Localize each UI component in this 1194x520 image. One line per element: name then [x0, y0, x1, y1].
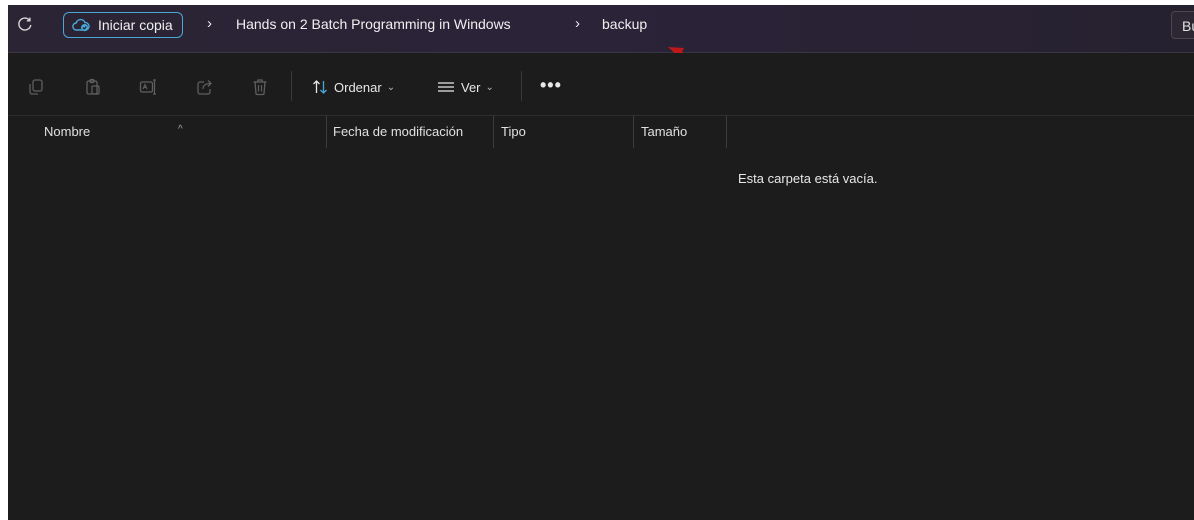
refresh-icon[interactable] [16, 15, 34, 33]
column-header-modified[interactable]: Fecha de modificación [327, 116, 493, 148]
copy-icon[interactable] [27, 78, 45, 96]
chevron-down-icon: ⌄ [386, 81, 396, 93]
rename-icon[interactable] [139, 78, 157, 96]
backup-start-button[interactable]: Iniciar copia [63, 12, 183, 38]
toolbar-divider [521, 71, 522, 101]
breadcrumb-item-parent[interactable]: Hands on 2 Batch Programming in Windows [236, 16, 511, 32]
breadcrumb-item-current[interactable]: backup [602, 16, 647, 32]
command-bar: Ordenar ⌄ Ver ⌄ ••• [8, 53, 1194, 116]
sort-icon [313, 80, 327, 94]
sort-ascending-icon: ^ [178, 124, 183, 135]
share-icon[interactable] [196, 78, 214, 96]
more-options-icon[interactable]: ••• [540, 76, 562, 94]
delete-icon[interactable] [251, 78, 269, 96]
column-header-size[interactable]: Tamaño [634, 116, 726, 148]
column-header-name-label: Nombre [44, 124, 91, 139]
column-header-type[interactable]: Tipo [494, 116, 633, 148]
column-header-modified-label: Fecha de modificación [333, 124, 464, 139]
view-label: Ver [461, 79, 481, 95]
empty-folder-message: Esta carpeta está vacía. [738, 171, 878, 186]
view-button[interactable]: Ver ⌄ [437, 78, 494, 96]
sort-label: Ordenar [334, 79, 382, 95]
chevron-down-icon: ⌄ [485, 81, 494, 93]
breadcrumb-separator-icon[interactable]: › [575, 15, 580, 32]
backup-start-label: Iniciar copia [98, 17, 173, 33]
sort-button[interactable]: Ordenar ⌄ [312, 78, 395, 96]
search-input[interactable]: Bu [1171, 11, 1194, 39]
address-bar: Iniciar copia › Hands on 2 Batch Program… [8, 5, 1194, 53]
column-header-type-label: Tipo [501, 124, 526, 139]
file-explorer-window: Iniciar copia › Hands on 2 Batch Program… [8, 5, 1194, 520]
column-header-name[interactable]: Nombre ^ [8, 116, 326, 148]
column-resize-handle[interactable] [726, 116, 727, 148]
view-list-icon [438, 82, 454, 92]
breadcrumb-separator-icon[interactable]: › [207, 15, 212, 32]
paste-icon[interactable] [84, 78, 102, 96]
cloud-sync-icon [72, 18, 90, 32]
column-headers: Nombre ^ Fecha de modificación Tipo Tama… [8, 116, 1194, 148]
column-header-size-label: Tamaño [641, 124, 688, 139]
toolbar-divider [291, 71, 292, 101]
